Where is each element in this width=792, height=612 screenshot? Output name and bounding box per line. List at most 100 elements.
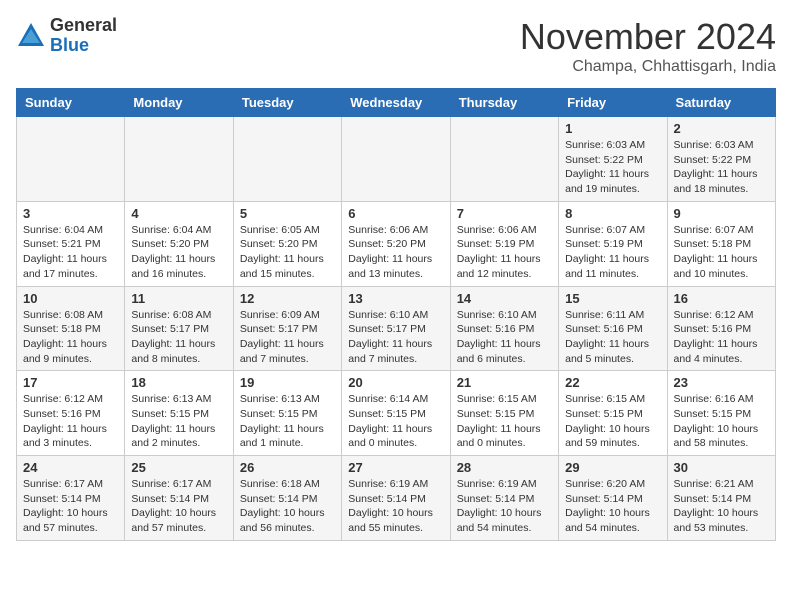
logo-blue: Blue	[50, 36, 117, 56]
day-number: 21	[457, 375, 552, 390]
calendar-cell: 25 Sunrise: 6:17 AMSunset: 5:14 PMDayligh…	[125, 456, 233, 541]
day-info: Sunrise: 6:17 AMSunset: 5:14 PMDaylight:…	[131, 477, 226, 536]
calendar-cell: 30 Sunrise: 6:21 AMSunset: 5:14 PMDayligh…	[667, 456, 775, 541]
day-number: 25	[131, 460, 226, 475]
day-info: Sunrise: 6:05 AMSunset: 5:20 PMDaylight:…	[240, 223, 335, 282]
day-number: 27	[348, 460, 443, 475]
calendar-week-1: 1Sunrise: 6:03 AMSunset: 5:22 PMDaylight…	[17, 117, 776, 202]
calendar-week-3: 10 Sunrise: 6:08 AMSunset: 5:18 PMDayligh…	[17, 286, 776, 371]
day-info: Sunrise: 6:19 AMSunset: 5:14 PMDaylight:…	[457, 477, 552, 536]
day-number: 19	[240, 375, 335, 390]
day-number: 11	[131, 291, 226, 306]
weekday-header-tuesday: Tuesday	[233, 89, 341, 117]
day-number: 8	[565, 206, 660, 221]
logo-text: General Blue	[50, 16, 117, 56]
calendar-cell: 8 Sunrise: 6:07 AMSunset: 5:19 PMDaylight…	[559, 201, 667, 286]
calendar-cell: 27Sunrise: 6:19 AMSunset: 5:14 PMDayligh…	[342, 456, 450, 541]
calendar-cell: 20 Sunrise: 6:14 AMSunset: 5:15 PMDayligh…	[342, 371, 450, 456]
calendar-cell: 26 Sunrise: 6:18 AMSunset: 5:14 PMDayligh…	[233, 456, 341, 541]
calendar-cell: 2 Sunrise: 6:03 AMSunset: 5:22 PMDaylight…	[667, 117, 775, 202]
calendar-cell: 10 Sunrise: 6:08 AMSunset: 5:18 PMDayligh…	[17, 286, 125, 371]
day-info: Sunrise: 6:08 AMSunset: 5:18 PMDaylight:…	[23, 308, 118, 367]
calendar-cell	[125, 117, 233, 202]
day-number: 13	[348, 291, 443, 306]
day-number: 23	[674, 375, 769, 390]
day-number: 12	[240, 291, 335, 306]
calendar-cell: 21 Sunrise: 6:15 AMSunset: 5:15 PMDayligh…	[450, 371, 558, 456]
day-number: 22	[565, 375, 660, 390]
calendar-cell	[450, 117, 558, 202]
calendar-cell: 15 Sunrise: 6:11 AMSunset: 5:16 PMDayligh…	[559, 286, 667, 371]
calendar-week-4: 17 Sunrise: 6:12 AMSunset: 5:16 PMDayligh…	[17, 371, 776, 456]
day-info: Sunrise: 6:10 AMSunset: 5:16 PMDaylight:…	[457, 308, 552, 367]
day-info: Sunrise: 6:17 AMSunset: 5:14 PMDaylight:…	[23, 477, 118, 536]
title-section: November 2024 Champa, Chhattisgarh, Indi…	[520, 16, 776, 76]
calendar-cell: 18Sunrise: 6:13 AMSunset: 5:15 PMDayligh…	[125, 371, 233, 456]
day-number: 15	[565, 291, 660, 306]
weekday-header-friday: Friday	[559, 89, 667, 117]
day-number: 18	[131, 375, 226, 390]
weekday-header-saturday: Saturday	[667, 89, 775, 117]
day-info: Sunrise: 6:07 AMSunset: 5:19 PMDaylight:…	[565, 223, 660, 282]
calendar-cell: 19 Sunrise: 6:13 AMSunset: 5:15 PMDayligh…	[233, 371, 341, 456]
day-info: Sunrise: 6:08 AMSunset: 5:17 PMDaylight:…	[131, 308, 226, 367]
day-number: 3	[23, 206, 118, 221]
calendar-cell	[342, 117, 450, 202]
day-number: 20	[348, 375, 443, 390]
weekday-header-wednesday: Wednesday	[342, 89, 450, 117]
day-info: Sunrise: 6:03 AMSunset: 5:22 PMDaylight:…	[565, 138, 660, 197]
calendar-cell: 7Sunrise: 6:06 AMSunset: 5:19 PMDaylight…	[450, 201, 558, 286]
day-info: Sunrise: 6:21 AMSunset: 5:14 PMDaylight:…	[674, 477, 769, 536]
day-number: 17	[23, 375, 118, 390]
day-number: 24	[23, 460, 118, 475]
calendar-cell: 17 Sunrise: 6:12 AMSunset: 5:16 PMDayligh…	[17, 371, 125, 456]
day-info: Sunrise: 6:09 AMSunset: 5:17 PMDaylight:…	[240, 308, 335, 367]
day-number: 26	[240, 460, 335, 475]
weekday-header-monday: Monday	[125, 89, 233, 117]
logo-icon	[16, 21, 46, 51]
calendar-cell: 11 Sunrise: 6:08 AMSunset: 5:17 PMDayligh…	[125, 286, 233, 371]
day-info: Sunrise: 6:11 AMSunset: 5:16 PMDaylight:…	[565, 308, 660, 367]
location-subtitle: Champa, Chhattisgarh, India	[520, 58, 776, 76]
day-info: Sunrise: 6:13 AMSunset: 5:15 PMDaylight:…	[240, 392, 335, 451]
day-info: Sunrise: 6:15 AMSunset: 5:15 PMDaylight:…	[565, 392, 660, 451]
calendar-cell: 4Sunrise: 6:04 AMSunset: 5:20 PMDaylight…	[125, 201, 233, 286]
page-header: General Blue November 2024 Champa, Chhat…	[16, 16, 776, 76]
day-info: Sunrise: 6:03 AMSunset: 5:22 PMDaylight:…	[674, 138, 769, 197]
month-title: November 2024	[520, 16, 776, 58]
logo-general: General	[50, 16, 117, 36]
day-number: 30	[674, 460, 769, 475]
calendar-cell: 13Sunrise: 6:10 AMSunset: 5:17 PMDayligh…	[342, 286, 450, 371]
weekday-header-thursday: Thursday	[450, 89, 558, 117]
day-info: Sunrise: 6:04 AMSunset: 5:21 PMDaylight:…	[23, 223, 118, 282]
calendar-cell: 1Sunrise: 6:03 AMSunset: 5:22 PMDaylight…	[559, 117, 667, 202]
day-info: Sunrise: 6:15 AMSunset: 5:15 PMDaylight:…	[457, 392, 552, 451]
day-number: 2	[674, 121, 769, 136]
calendar-cell: 6Sunrise: 6:06 AMSunset: 5:20 PMDaylight…	[342, 201, 450, 286]
logo: General Blue	[16, 16, 117, 56]
day-number: 10	[23, 291, 118, 306]
day-number: 29	[565, 460, 660, 475]
calendar-cell: 24 Sunrise: 6:17 AMSunset: 5:14 PMDayligh…	[17, 456, 125, 541]
day-info: Sunrise: 6:16 AMSunset: 5:15 PMDaylight:…	[674, 392, 769, 451]
calendar-cell: 5 Sunrise: 6:05 AMSunset: 5:20 PMDaylight…	[233, 201, 341, 286]
day-info: Sunrise: 6:14 AMSunset: 5:15 PMDaylight:…	[348, 392, 443, 451]
calendar-cell	[17, 117, 125, 202]
day-number: 14	[457, 291, 552, 306]
day-number: 4	[131, 206, 226, 221]
calendar-week-5: 24 Sunrise: 6:17 AMSunset: 5:14 PMDayligh…	[17, 456, 776, 541]
calendar-cell: 22 Sunrise: 6:15 AMSunset: 5:15 PMDayligh…	[559, 371, 667, 456]
day-number: 5	[240, 206, 335, 221]
day-info: Sunrise: 6:12 AMSunset: 5:16 PMDaylight:…	[674, 308, 769, 367]
calendar-cell: 3 Sunrise: 6:04 AMSunset: 5:21 PMDaylight…	[17, 201, 125, 286]
day-number: 6	[348, 206, 443, 221]
day-number: 16	[674, 291, 769, 306]
calendar-cell: 9 Sunrise: 6:07 AMSunset: 5:18 PMDaylight…	[667, 201, 775, 286]
calendar-week-2: 3 Sunrise: 6:04 AMSunset: 5:21 PMDaylight…	[17, 201, 776, 286]
day-info: Sunrise: 6:12 AMSunset: 5:16 PMDaylight:…	[23, 392, 118, 451]
day-number: 9	[674, 206, 769, 221]
weekday-header-sunday: Sunday	[17, 89, 125, 117]
calendar-cell: 29Sunrise: 6:20 AMSunset: 5:14 PMDayligh…	[559, 456, 667, 541]
day-info: Sunrise: 6:18 AMSunset: 5:14 PMDaylight:…	[240, 477, 335, 536]
day-info: Sunrise: 6:07 AMSunset: 5:18 PMDaylight:…	[674, 223, 769, 282]
